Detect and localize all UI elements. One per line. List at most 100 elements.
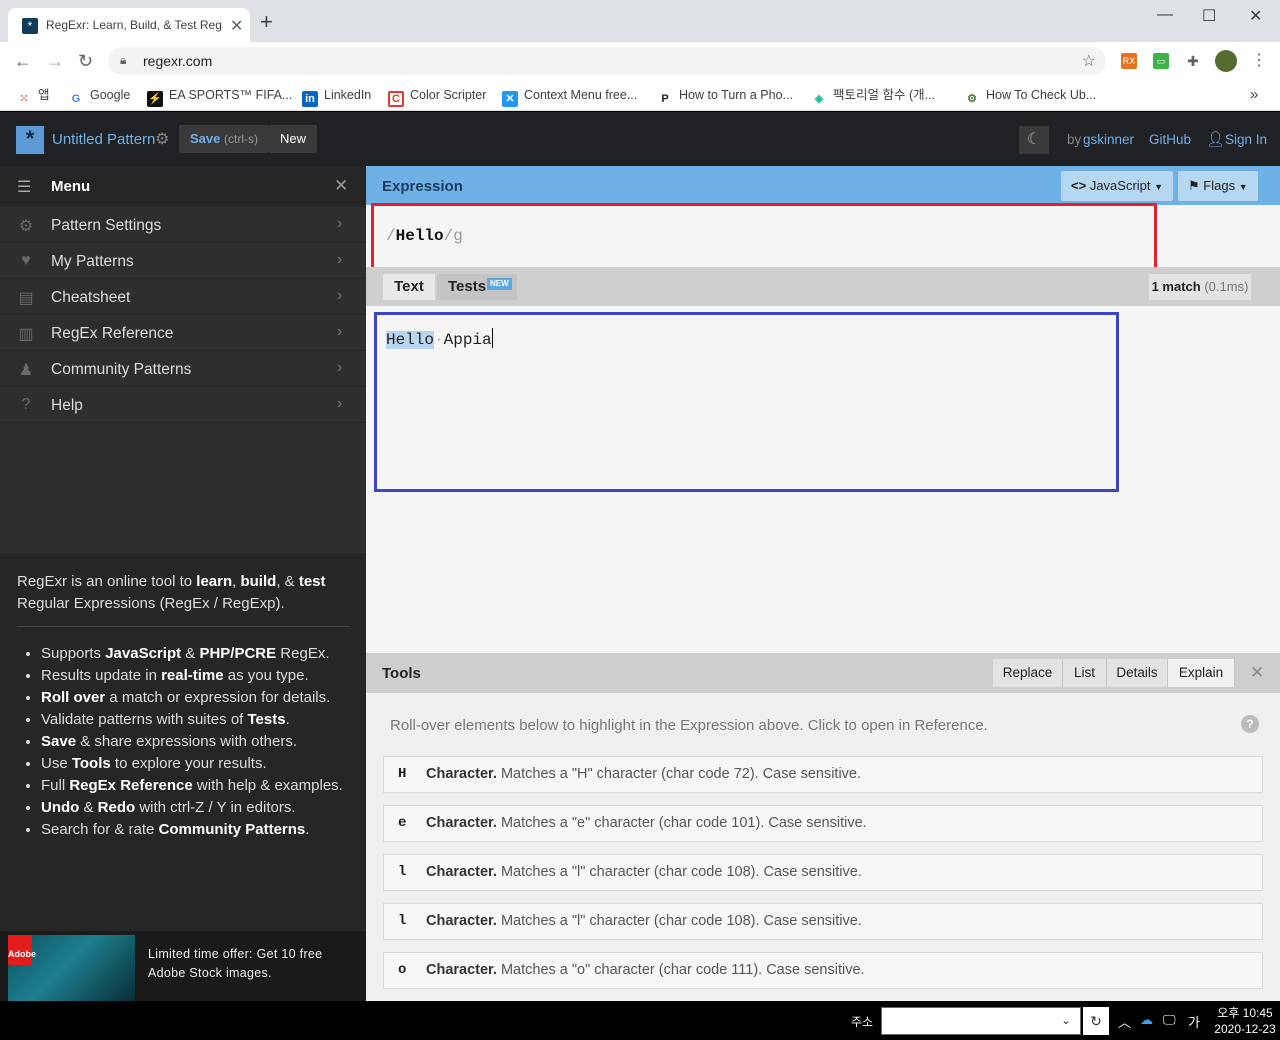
feature-item: Search for & rate Community Patterns. bbox=[41, 819, 353, 841]
explain-row[interactable]: l Character. Matches a "l" character (ch… bbox=[383, 903, 1263, 940]
explain-row[interactable]: H Character. Matches a "H" character (ch… bbox=[383, 756, 1263, 793]
menu-item-community-patterns[interactable]: ♟ Community Patterns › bbox=[0, 351, 366, 387]
factorial-icon: ◈ bbox=[814, 93, 824, 105]
about-panel: RegExr is an online tool to learn, build… bbox=[0, 553, 366, 931]
menu-title: Menu bbox=[51, 178, 91, 195]
bookmark-linkedin[interactable]: in LinkedIn bbox=[302, 86, 371, 107]
save-hint: (ctrl-s) bbox=[224, 132, 258, 146]
save-label: Save bbox=[190, 131, 221, 146]
new-button[interactable]: New bbox=[269, 125, 318, 153]
google-icon: G bbox=[71, 93, 81, 105]
help-icon[interactable]: ? bbox=[1241, 715, 1259, 733]
tools-title: Tools bbox=[382, 665, 421, 682]
back-icon[interactable]: ← bbox=[14, 51, 32, 71]
tool-list-button[interactable]: List bbox=[1063, 659, 1107, 687]
bookmark-apps[interactable]: ⁙ 앱 bbox=[16, 86, 49, 105]
tab-title: RegExr: Learn, Build, & Test RegEx bbox=[46, 18, 222, 32]
about-divider bbox=[17, 626, 349, 627]
close-window-icon[interactable]: ✕ bbox=[1249, 6, 1262, 26]
feature-list: Supports JavaScript & PHP/PCRE RegEx. Re… bbox=[23, 643, 353, 841]
sign-in-link[interactable]: Sign In bbox=[1225, 132, 1267, 147]
feature-item: Use Tools to explore your results. bbox=[41, 753, 353, 775]
tray-chevron-up-icon[interactable]: ︿ bbox=[1118, 1012, 1131, 1031]
menu-item-my-patterns[interactable]: ♥ My Patterns › bbox=[0, 243, 366, 279]
context-menu-icon: ✕ bbox=[502, 91, 518, 107]
taskbar-refresh-icon[interactable]: ↻ bbox=[1083, 1007, 1109, 1035]
adobe-ad[interactable]: Adobe Limited time offer: Get 10 free Ad… bbox=[0, 931, 366, 1001]
extension-green-icon[interactable]: ▭ bbox=[1153, 53, 1169, 69]
chevron-right-icon: › bbox=[337, 323, 343, 340]
community-icon: ♟ bbox=[18, 362, 34, 379]
profile-avatar[interactable] bbox=[1215, 50, 1237, 72]
close-menu-icon[interactable]: ✕ bbox=[334, 176, 348, 196]
tool-explain-button[interactable]: Explain bbox=[1168, 659, 1235, 687]
feature-item: Full RegEx Reference with help & example… bbox=[41, 775, 353, 797]
flag-icon: ⚑ bbox=[1188, 178, 1200, 193]
onedrive-cloud-icon[interactable]: ☁ bbox=[1140, 1012, 1153, 1028]
reload-icon[interactable]: ↻ bbox=[78, 51, 93, 71]
tool-replace-button[interactable]: Replace bbox=[993, 659, 1063, 687]
explain-row[interactable]: l Character. Matches a "l" character (ch… bbox=[383, 854, 1263, 891]
network-icon[interactable]: 🖵︎ bbox=[1163, 1012, 1176, 1028]
bookmark-factorial[interactable]: ◈ 팩토리얼 함수 (개... bbox=[811, 86, 935, 105]
sidebar: ☰ Menu ✕ ⚙ Pattern Settings › ♥ My Patte… bbox=[0, 166, 366, 1001]
ad-image[interactable]: Adobe bbox=[8, 935, 135, 1001]
more-bookmarks-icon[interactable]: » bbox=[1250, 86, 1258, 104]
menu-item-pattern-settings[interactable]: ⚙ Pattern Settings › bbox=[0, 207, 366, 243]
explain-row[interactable]: o Character. Matches a "o" character (ch… bbox=[383, 952, 1263, 989]
taskbar-clock[interactable]: 오후 10:45 2020-12-23 bbox=[1212, 1005, 1278, 1037]
tab-text[interactable]: Text bbox=[383, 274, 435, 300]
chevron-down-icon[interactable]: ⌄ bbox=[1061, 1013, 1071, 1027]
bookmark-star-icon[interactable]: ☆ bbox=[1082, 51, 1096, 71]
regexr-logo[interactable]: * bbox=[16, 126, 44, 154]
menu-item-help[interactable]: ? Help › bbox=[0, 387, 366, 423]
menu-item-label: Cheatsheet bbox=[51, 289, 131, 306]
author-link[interactable]: gskinner bbox=[1083, 132, 1134, 147]
github-link[interactable]: GitHub bbox=[1149, 132, 1191, 147]
menu-item-label: Help bbox=[51, 397, 83, 414]
tool-details-button[interactable]: Details bbox=[1107, 659, 1168, 687]
forward-icon[interactable]: → bbox=[46, 51, 64, 71]
maximize-icon[interactable]: ☐ bbox=[1202, 6, 1216, 26]
ad-text[interactable]: Limited time offer: Get 10 free Adobe St… bbox=[148, 945, 358, 983]
bookmark-google[interactable]: G Google bbox=[68, 86, 131, 105]
menu-item-regex-reference[interactable]: ▥ RegEx Reference › bbox=[0, 315, 366, 351]
extensions-puzzle-icon[interactable]: ✚ bbox=[1185, 53, 1201, 69]
close-tab-icon[interactable]: ✕ bbox=[230, 16, 243, 36]
feature-item: Supports JavaScript & PHP/PCRE RegEx. bbox=[41, 643, 353, 665]
theme-toggle-moon-icon[interactable]: ☾ bbox=[1019, 126, 1049, 154]
address-bar[interactable]: 🔒︎ regexr.com ☆ bbox=[108, 47, 1106, 75]
ime-indicator[interactable]: 가 bbox=[1188, 1012, 1200, 1031]
save-button[interactable]: Save (ctrl-s) bbox=[179, 125, 269, 153]
linkedin-icon: in bbox=[302, 91, 318, 107]
text-highlight-box bbox=[374, 312, 1119, 492]
p-icon: P bbox=[661, 93, 669, 105]
feature-item: Undo & Redo with ctrl-Z / Y in editors. bbox=[41, 797, 353, 819]
bookmark-context-menu[interactable]: ✕ Context Menu free... bbox=[502, 86, 637, 107]
menu-item-label: Pattern Settings bbox=[51, 217, 162, 234]
new-tab-icon[interactable]: + bbox=[260, 11, 273, 33]
flags-dropdown[interactable]: ⚑ Flags ▼ bbox=[1178, 171, 1258, 201]
browser-tab[interactable]: * RegExr: Learn, Build, & Test RegEx ✕ bbox=[8, 8, 250, 42]
minimize-icon[interactable]: — bbox=[1157, 6, 1173, 24]
bookmark-ea-sports[interactable]: ⚡ EA SPORTS™ FIFA... bbox=[147, 86, 292, 107]
explain-row[interactable]: e Character. Matches a "e" character (ch… bbox=[383, 805, 1263, 842]
gear-icon: ⚙ bbox=[18, 218, 34, 235]
about-intro: RegExr is an online tool to learn, build… bbox=[17, 573, 326, 612]
clock-date: 2020-12-23 bbox=[1214, 1022, 1276, 1036]
menu-item-cheatsheet[interactable]: ▤ Cheatsheet › bbox=[0, 279, 366, 315]
tools-body: Roll-over elements below to highlight in… bbox=[366, 693, 1280, 1001]
bookmark-how-to-turn[interactable]: P How to Turn a Pho... bbox=[657, 86, 793, 105]
close-tools-icon[interactable]: ✕ bbox=[1250, 663, 1264, 683]
pattern-name[interactable]: Untitled Pattern bbox=[52, 131, 155, 148]
chevron-right-icon: › bbox=[337, 251, 343, 268]
bookmark-color-scripter[interactable]: C Color Scripter bbox=[388, 86, 486, 107]
taskbar-address-input[interactable]: ⌄ bbox=[881, 1007, 1081, 1035]
extension-rx-icon[interactable]: RX bbox=[1121, 53, 1137, 69]
tools-header: Tools Replace List Details Explain ✕ bbox=[366, 653, 1280, 693]
browser-tab-strip: * RegExr: Learn, Build, & Test RegEx ✕ +… bbox=[0, 0, 1280, 42]
pattern-settings-gear-icon[interactable]: ⚙ bbox=[155, 129, 169, 149]
flavor-dropdown[interactable]: <> JavaScript ▼ bbox=[1061, 171, 1174, 201]
menu-dots-icon[interactable]: ⋮ bbox=[1251, 51, 1267, 71]
bookmark-how-to-check[interactable]: ⚙ How To Check Ub... bbox=[964, 86, 1096, 105]
